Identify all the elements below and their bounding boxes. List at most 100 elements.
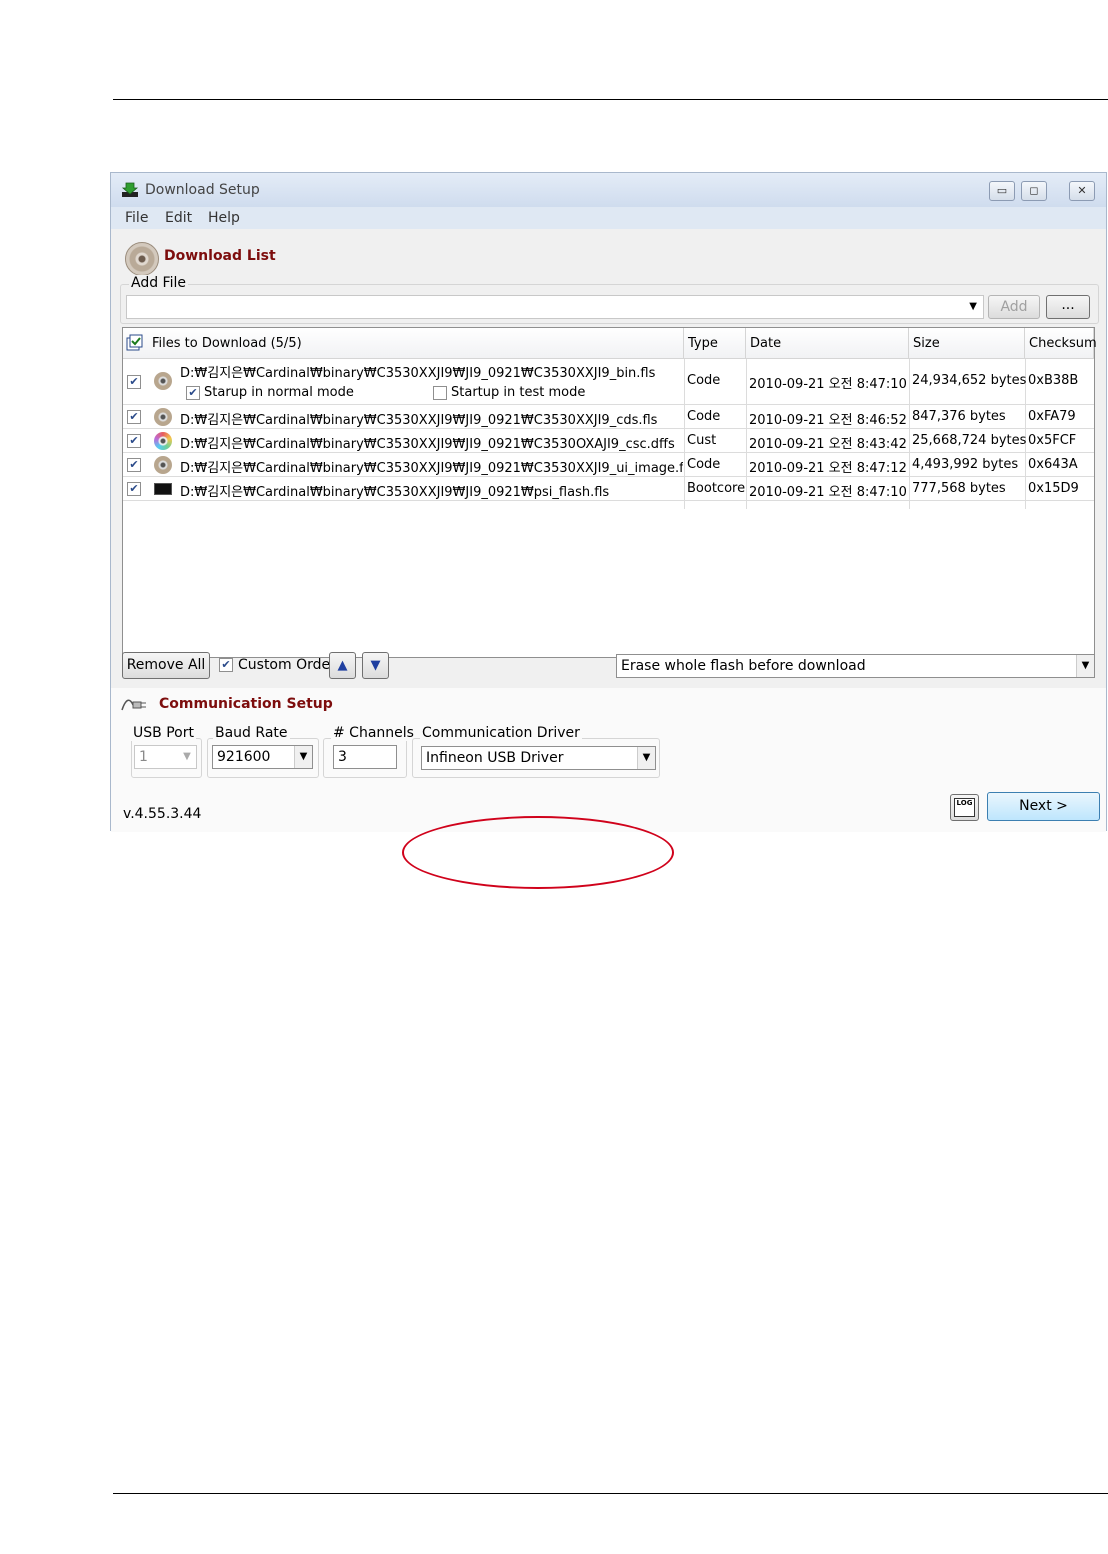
maximize-button[interactable]: ◻ <box>1021 181 1047 201</box>
browse-button[interactable]: ... <box>1046 295 1090 319</box>
file-type: Code <box>687 457 721 472</box>
file-checksum: 0x5FCF <box>1028 433 1077 448</box>
move-up-button[interactable]: ▲ <box>329 652 356 679</box>
column-checksum[interactable]: Checksum <box>1025 328 1097 359</box>
file-checksum: 0xB38B <box>1028 373 1079 388</box>
normal-mode-checkbox[interactable]: ✔ <box>186 386 200 400</box>
download-list-title: Download List <box>164 248 276 264</box>
color-cd-icon <box>154 432 172 450</box>
add-file-label: Add File <box>129 275 188 291</box>
communication-setup-section: Communication Setup USB Port 1 ▼ Baud Ra… <box>111 688 1106 832</box>
file-type: Cust <box>687 433 717 448</box>
remove-all-button[interactable]: Remove All <box>122 652 210 679</box>
add-button[interactable]: Add <box>988 295 1040 319</box>
column-type[interactable]: Type <box>684 328 746 359</box>
column-files[interactable]: Files to Download (5/5) <box>148 328 684 359</box>
usb-port-label: USB Port <box>131 725 196 741</box>
baud-rate-select[interactable]: 921600 ▼ <box>212 745 313 769</box>
file-checkbox[interactable]: ✔ <box>127 458 141 472</box>
add-file-combo[interactable]: ▼ <box>126 295 984 319</box>
file-checksum: 0x15D9 <box>1028 481 1079 496</box>
erase-option-value: Erase whole flash before download <box>621 658 866 674</box>
dropdown-arrow-icon: ▼ <box>1076 655 1094 677</box>
file-date: 2010-09-21 오전 8:43:42 <box>749 437 907 452</box>
cd-icon <box>154 372 172 390</box>
file-size: 24,934,652 bytes <box>912 373 1027 388</box>
file-size: 847,376 bytes <box>912 409 1006 424</box>
minimize-button[interactable]: ▭ <box>989 181 1015 201</box>
dropdown-arrow-icon: ▼ <box>969 301 977 312</box>
download-setup-window: Download Setup ▭ ◻ ✕ File Edit Help Down… <box>110 172 1107 832</box>
table-row[interactable]: ✔ D:₩김지은₩Cardinal₩binary₩C3530XXJI9₩JI9_… <box>123 430 1094 453</box>
file-checkbox[interactable]: ✔ <box>127 375 141 389</box>
file-date: 2010-09-21 오전 8:47:12 <box>749 461 907 476</box>
file-type: Code <box>687 409 721 424</box>
file-path: D:₩김지은₩Cardinal₩binary₩C3530XXJI9₩JI9_09… <box>180 413 658 428</box>
menu-bar: File Edit Help <box>111 207 1106 229</box>
title-bar: Download Setup ▭ ◻ ✕ <box>111 173 1106 207</box>
file-size: 4,493,992 bytes <box>912 457 1019 472</box>
dropdown-arrow-icon: ▼ <box>637 747 655 769</box>
download-list-section: Download List Add File ▼ Add ... Files t… <box>111 229 1106 688</box>
close-button[interactable]: ✕ <box>1069 181 1095 201</box>
menu-file[interactable]: File <box>125 210 148 226</box>
chip-icon <box>154 483 172 495</box>
dropdown-arrow-icon: ▼ <box>294 746 312 768</box>
menu-edit[interactable]: Edit <box>165 210 192 226</box>
file-checksum: 0xFA79 <box>1028 409 1076 424</box>
baud-rate-label: Baud Rate <box>213 725 290 741</box>
column-date[interactable]: Date <box>746 328 909 359</box>
table-row[interactable]: ✔ D:₩김지은₩Cardinal₩binary₩C3530XXJI9₩JI9_… <box>123 478 1094 501</box>
file-date: 2010-09-21 오전 8:46:52 <box>749 413 907 428</box>
table-row[interactable]: ✔ D:₩김지은₩Cardinal₩binary₩C3530XXJI9₩JI9_… <box>123 454 1094 477</box>
file-checkbox[interactable]: ✔ <box>127 482 141 496</box>
log-button[interactable]: LOG <box>950 794 979 821</box>
check-all-icon[interactable] <box>126 334 144 352</box>
next-button[interactable]: Next > <box>987 792 1100 821</box>
file-size: 25,668,724 bytes <box>912 433 1027 448</box>
custom-order-checkbox[interactable]: ✔ <box>219 658 233 672</box>
file-path: D:₩김지은₩Cardinal₩binary₩C3530XXJI9₩JI9_09… <box>180 366 656 381</box>
file-date: 2010-09-21 오전 8:47:10 <box>749 377 907 392</box>
column-size[interactable]: Size <box>909 328 1025 359</box>
table-row[interactable]: ✔ D:₩김지은₩Cardinal₩binary₩C3530XXJI9₩JI9_… <box>123 406 1094 429</box>
file-type: Bootcore <box>687 481 746 496</box>
download-arrow-icon <box>121 182 139 197</box>
file-path: D:₩김지은₩Cardinal₩binary₩C3530XXJI9₩JI9_09… <box>180 437 675 452</box>
file-type: Code <box>687 373 721 388</box>
driver-label: Communication Driver <box>420 725 582 741</box>
channels-input[interactable]: 3 <box>333 745 397 769</box>
file-checksum: 0x643A <box>1028 457 1078 472</box>
file-list: Files to Download (5/5) Type Date Size C… <box>122 327 1097 658</box>
file-list-header: Files to Download (5/5) Type Date Size C… <box>123 328 1097 359</box>
version-label: v.4.55.3.44 <box>123 806 202 822</box>
log-icon: LOG <box>954 798 975 817</box>
channels-label: # Channels <box>331 725 416 741</box>
normal-mode-label: Starup in normal mode <box>204 385 354 400</box>
driver-value: Infineon USB Driver <box>426 750 564 766</box>
annotation-ellipse <box>402 816 674 889</box>
page-bottom-rule <box>113 1493 1108 1494</box>
communication-setup-title: Communication Setup <box>159 696 333 712</box>
file-path: D:₩김지은₩Cardinal₩binary₩C3530XXJI9₩JI9_09… <box>180 485 610 500</box>
cd-icon <box>154 408 172 426</box>
file-date: 2010-09-21 오전 8:47:10 <box>749 485 907 500</box>
usb-port-value: 1 <box>139 749 148 765</box>
cd-icon <box>125 242 159 276</box>
file-path: D:₩김지은₩Cardinal₩binary₩C3530XXJI9₩JI9_09… <box>180 461 683 476</box>
file-size: 777,568 bytes <box>912 481 1006 496</box>
usb-port-select[interactable]: 1 ▼ <box>134 745 197 769</box>
file-checkbox[interactable]: ✔ <box>127 410 141 424</box>
test-mode-checkbox[interactable] <box>433 386 447 400</box>
move-down-button[interactable]: ▼ <box>362 652 389 679</box>
dropdown-arrow-icon: ▼ <box>178 746 196 768</box>
test-mode-label: Startup in test mode <box>451 385 586 400</box>
cable-icon <box>121 699 146 711</box>
menu-help[interactable]: Help <box>208 210 240 226</box>
table-row[interactable]: ✔ D:₩김지은₩Cardinal₩binary₩C3530XXJI9₩JI9_… <box>123 360 1094 405</box>
channels-value: 3 <box>338 749 347 765</box>
driver-select[interactable]: Infineon USB Driver ▼ <box>421 746 656 770</box>
file-checkbox[interactable]: ✔ <box>127 434 141 448</box>
erase-option-select[interactable]: Erase whole flash before download ▼ <box>616 654 1095 678</box>
cd-icon <box>154 456 172 474</box>
